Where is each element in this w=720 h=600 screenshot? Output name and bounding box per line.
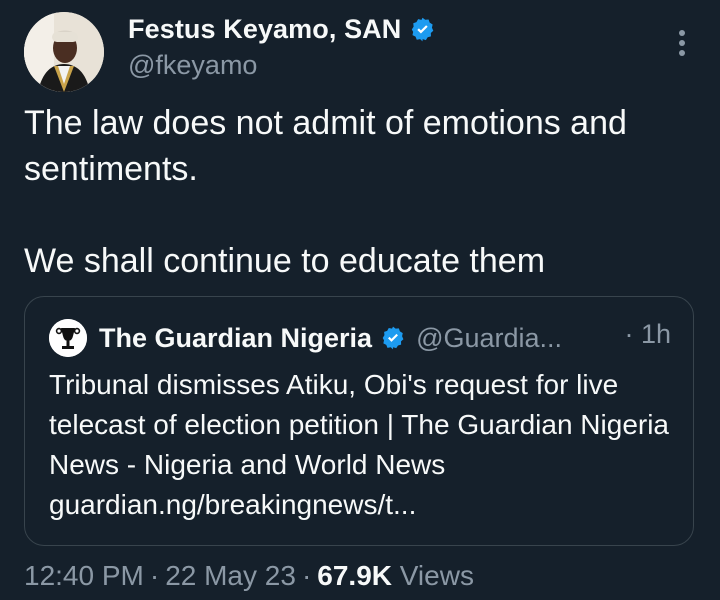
more-options-icon[interactable] [678,30,686,60]
quoted-author-handle[interactable]: @Guardia... [416,323,562,354]
quoted-author-avatar[interactable] [49,319,87,357]
tweet-text-line: The law does not admit of emotions and s… [24,104,627,188]
tweet-metadata: 12:40 PM · 22 May 23 · 67.9K Views [24,560,474,592]
author-name-row: Festus Keyamo, SAN [128,14,436,45]
author-avatar-image [24,12,104,92]
more-dot-icon [679,50,685,56]
quoted-tweet-text: Tribunal dismisses Atiku, Obi's request … [49,369,670,520]
views-count: 67.9K [317,560,392,591]
tweet-text: The law does not admit of emotions and s… [24,100,704,284]
quoted-author-name[interactable]: The Guardian Nigeria [99,323,372,354]
tweet-text-line: We shall continue to educate them [24,242,546,280]
meta-separator: · [301,560,312,591]
more-dot-icon [679,40,685,46]
tweet-date[interactable]: 22 May 23 [165,560,296,591]
author-display-name[interactable]: Festus Keyamo, SAN [128,14,401,45]
author-handle[interactable]: @fkeyamo [128,50,257,81]
quoted-tweet-header: The Guardian Nigeria @Guardia... [49,319,562,357]
guardian-logo-icon [49,319,87,357]
more-dot-icon [679,30,685,36]
meta-separator: · [149,560,160,591]
quoted-tweet-card[interactable]: The Guardian Nigeria @Guardia... · 1h Tr… [24,296,694,546]
tweet[interactable]: Festus Keyamo, SAN @fkeyamo The law does… [0,0,720,600]
quoted-tweet-time[interactable]: · 1h [624,319,671,350]
author-avatar[interactable] [24,12,104,92]
views-label: Views [399,560,474,591]
verified-badge-icon [382,326,404,350]
verified-badge-icon [412,17,434,42]
tweet-time[interactable]: 12:40 PM [24,560,144,591]
